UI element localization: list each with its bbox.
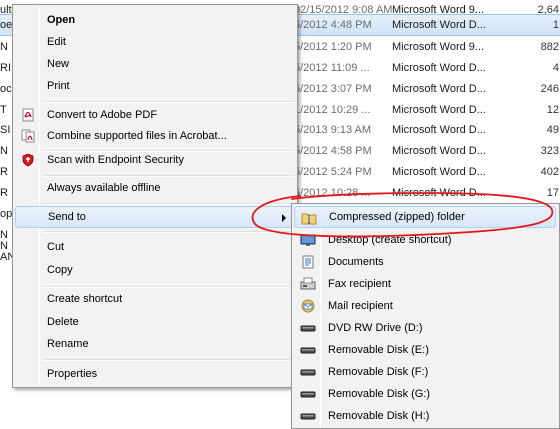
removable-disk-icon bbox=[300, 365, 316, 379]
send-to-removable-disk-e[interactable]: Removable Disk (E:) bbox=[294, 339, 556, 361]
removable-disk-icon bbox=[300, 387, 316, 401]
menu-item-send-to[interactable]: Send to bbox=[15, 206, 295, 228]
menu-item-open[interactable]: Open bbox=[15, 9, 295, 31]
file-date: 5/2012 10:28 ... bbox=[294, 187, 371, 199]
menu-separator bbox=[43, 203, 295, 205]
menu-item-scan-endpoint[interactable]: Scan with Endpoint Security bbox=[15, 149, 295, 171]
file-type: Microsoft Word D... bbox=[392, 62, 486, 74]
file-size: 12 bbox=[546, 104, 559, 116]
menu-item-delete[interactable]: Delete bbox=[15, 311, 295, 333]
fax-icon bbox=[300, 277, 316, 291]
file-size: 49 bbox=[546, 124, 559, 136]
submenu-arrow-icon bbox=[282, 214, 286, 222]
file-type: Microsoft Word D... bbox=[392, 124, 486, 136]
send-to-fax-recipient[interactable]: Fax recipient bbox=[294, 273, 556, 295]
file-type: Microsoft Word 9... bbox=[392, 41, 485, 53]
zip-folder-icon bbox=[301, 211, 317, 225]
file-date: 5/2013 9:13 AM bbox=[294, 124, 372, 136]
menu-item-properties[interactable]: Properties bbox=[15, 363, 295, 385]
file-size: 1 bbox=[552, 19, 559, 31]
file-date: 5/2012 4:58 PM bbox=[294, 145, 372, 157]
context-menu: Open Edit New Print Convert to Adobe PDF… bbox=[12, 4, 298, 388]
documents-icon bbox=[300, 255, 316, 269]
mail-icon bbox=[300, 299, 316, 313]
desktop-icon bbox=[300, 233, 316, 247]
menu-item-print[interactable]: Print bbox=[15, 75, 295, 97]
menu-item-label: Combine supported files in Acrobat... bbox=[47, 130, 227, 142]
menu-item-new[interactable]: New bbox=[15, 53, 295, 75]
submenu-item-label: Desktop (create shortcut) bbox=[328, 234, 452, 246]
send-to-removable-disk-f[interactable]: Removable Disk (F:) bbox=[294, 361, 556, 383]
menu-item-rename[interactable]: Rename bbox=[15, 333, 295, 355]
menu-item-cut[interactable]: Cut bbox=[15, 236, 295, 258]
file-type: Microsoft Word D... bbox=[392, 145, 486, 157]
file-type: Microsoft Word D... bbox=[392, 187, 486, 199]
file-type: Microsoft Word D... bbox=[392, 104, 486, 116]
submenu-item-label: Removable Disk (F:) bbox=[328, 366, 429, 378]
removable-disk-icon bbox=[300, 409, 316, 423]
submenu-item-label: Compressed (zipped) folder bbox=[329, 211, 465, 223]
dvd-drive-icon bbox=[300, 321, 316, 335]
send-to-mail-recipient[interactable]: Mail recipient bbox=[294, 295, 556, 317]
menu-separator bbox=[43, 101, 295, 103]
file-date: 1/2012 10:29 ... bbox=[294, 104, 371, 116]
send-to-documents[interactable]: Documents bbox=[294, 251, 556, 273]
send-to-compressed-folder[interactable]: Compressed (zipped) folder bbox=[294, 206, 556, 228]
submenu-item-label: Mail recipient bbox=[328, 300, 393, 312]
submenu-item-label: Removable Disk (E:) bbox=[328, 344, 429, 356]
file-type: Microsoft Word D... bbox=[392, 83, 486, 95]
send-to-removable-disk-g[interactable]: Removable Disk (G:) bbox=[294, 383, 556, 405]
submenu-item-label: DVD RW Drive (D:) bbox=[328, 322, 423, 334]
file-date: 5/2012 3:07 PM bbox=[294, 83, 372, 95]
menu-item-convert-pdf[interactable]: Convert to Adobe PDF bbox=[15, 104, 295, 126]
file-size: 323 bbox=[540, 145, 559, 157]
acrobat-combine-icon bbox=[21, 129, 35, 143]
submenu-item-label: Removable Disk (G:) bbox=[328, 388, 431, 400]
adobe-pdf-icon bbox=[21, 108, 35, 122]
send-to-desktop[interactable]: Desktop (create shortcut) bbox=[294, 229, 556, 251]
shield-icon bbox=[21, 153, 35, 167]
send-to-submenu: Compressed (zipped) folder Desktop (crea… bbox=[291, 203, 560, 429]
submenu-item-label: Documents bbox=[328, 256, 384, 268]
menu-item-label: Scan with Endpoint Security bbox=[47, 154, 184, 166]
file-size: 17 bbox=[546, 187, 559, 199]
menu-separator bbox=[43, 359, 295, 361]
menu-separator bbox=[43, 231, 295, 233]
file-size: 402 bbox=[540, 166, 559, 178]
file-size: 882 bbox=[540, 41, 559, 53]
send-to-dvd-drive[interactable]: DVD RW Drive (D:) bbox=[294, 317, 556, 339]
menu-item-combine-acrobat[interactable]: Combine supported files in Acrobat... bbox=[15, 125, 295, 147]
file-size: 4 bbox=[552, 62, 559, 74]
file-date: 5/2012 1:20 PM bbox=[294, 41, 372, 53]
menu-item-create-shortcut[interactable]: Create shortcut bbox=[15, 288, 295, 310]
removable-disk-icon bbox=[300, 343, 316, 357]
submenu-item-label: Fax recipient bbox=[328, 278, 391, 290]
file-date: 5/2012 11:09 ... bbox=[294, 62, 370, 74]
file-type: Microsoft Word D... bbox=[392, 166, 486, 178]
menu-item-label: Send to bbox=[48, 211, 86, 223]
menu-item-edit[interactable]: Edit bbox=[15, 31, 295, 53]
menu-item-always-offline[interactable]: Always available offline bbox=[15, 177, 295, 199]
file-date: 5/2012 5:24 PM bbox=[294, 166, 372, 178]
send-to-removable-disk-h[interactable]: Removable Disk (H:) bbox=[294, 405, 556, 427]
menu-item-copy[interactable]: Copy bbox=[15, 259, 295, 281]
menu-item-label: Convert to Adobe PDF bbox=[47, 109, 158, 121]
submenu-item-label: Removable Disk (H:) bbox=[328, 410, 430, 422]
file-type: Microsoft Word D... bbox=[392, 19, 486, 31]
file-date: 5/2012 4:48 PM bbox=[294, 19, 372, 31]
file-size: 246 bbox=[540, 83, 559, 95]
